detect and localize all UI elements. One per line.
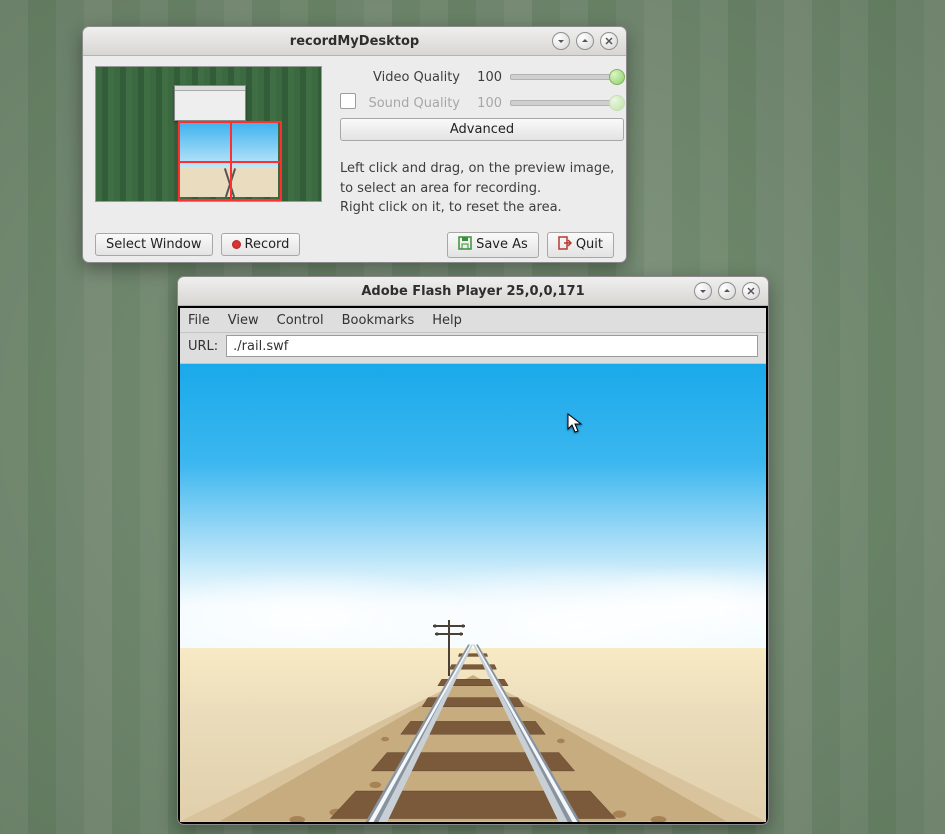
advanced-button[interactable]: Advanced bbox=[340, 118, 624, 141]
record-icon bbox=[232, 240, 241, 249]
url-bar: URL: bbox=[180, 333, 766, 364]
window-title: recordMyDesktop bbox=[83, 34, 626, 49]
maximize-button[interactable] bbox=[718, 282, 736, 300]
select-window-button[interactable]: Select Window bbox=[95, 233, 213, 256]
flash-player-window: Adobe Flash Player 25,0,0,171 File View … bbox=[177, 276, 769, 825]
menu-control[interactable]: Control bbox=[277, 313, 324, 328]
quit-button[interactable]: Quit bbox=[547, 232, 614, 258]
titlebar[interactable]: Adobe Flash Player 25,0,0,171 bbox=[178, 277, 768, 306]
save-icon bbox=[458, 236, 472, 254]
video-quality-slider[interactable] bbox=[510, 74, 624, 80]
preview-thumbnail[interactable] bbox=[95, 66, 322, 202]
hint-text: Left click and drag, on the preview imag… bbox=[340, 159, 624, 218]
url-input[interactable] bbox=[226, 335, 758, 357]
sound-quality-label: Sound Quality bbox=[360, 96, 460, 111]
menu-bar: File View Control Bookmarks Help bbox=[180, 308, 766, 333]
recordmydesktop-window: recordMyDesktop bbox=[82, 26, 627, 263]
sound-enable-checkbox[interactable] bbox=[340, 93, 356, 109]
record-button[interactable]: Record bbox=[221, 233, 301, 256]
window-title: Adobe Flash Player 25,0,0,171 bbox=[178, 284, 768, 299]
close-button[interactable] bbox=[600, 32, 618, 50]
scene-rails bbox=[180, 639, 766, 822]
save-as-button[interactable]: Save As bbox=[447, 232, 539, 258]
menu-help[interactable]: Help bbox=[432, 313, 462, 328]
flash-stage[interactable] bbox=[180, 364, 766, 822]
video-quality-row: Video Quality 100 bbox=[340, 66, 624, 88]
url-label: URL: bbox=[188, 339, 218, 354]
menu-view[interactable]: View bbox=[228, 313, 259, 328]
menu-bookmarks[interactable]: Bookmarks bbox=[342, 313, 415, 328]
close-button[interactable] bbox=[742, 282, 760, 300]
sound-quality-slider[interactable] bbox=[510, 100, 624, 106]
video-quality-label: Video Quality bbox=[360, 70, 460, 85]
quit-icon bbox=[558, 236, 572, 254]
video-quality-value: 100 bbox=[468, 70, 502, 85]
menu-file[interactable]: File bbox=[188, 313, 210, 328]
minimize-button[interactable] bbox=[552, 32, 570, 50]
sound-quality-value: 100 bbox=[468, 96, 502, 111]
sound-quality-row: Sound Quality 100 bbox=[340, 92, 624, 114]
maximize-button[interactable] bbox=[576, 32, 594, 50]
minimize-button[interactable] bbox=[694, 282, 712, 300]
titlebar[interactable]: recordMyDesktop bbox=[83, 27, 626, 56]
